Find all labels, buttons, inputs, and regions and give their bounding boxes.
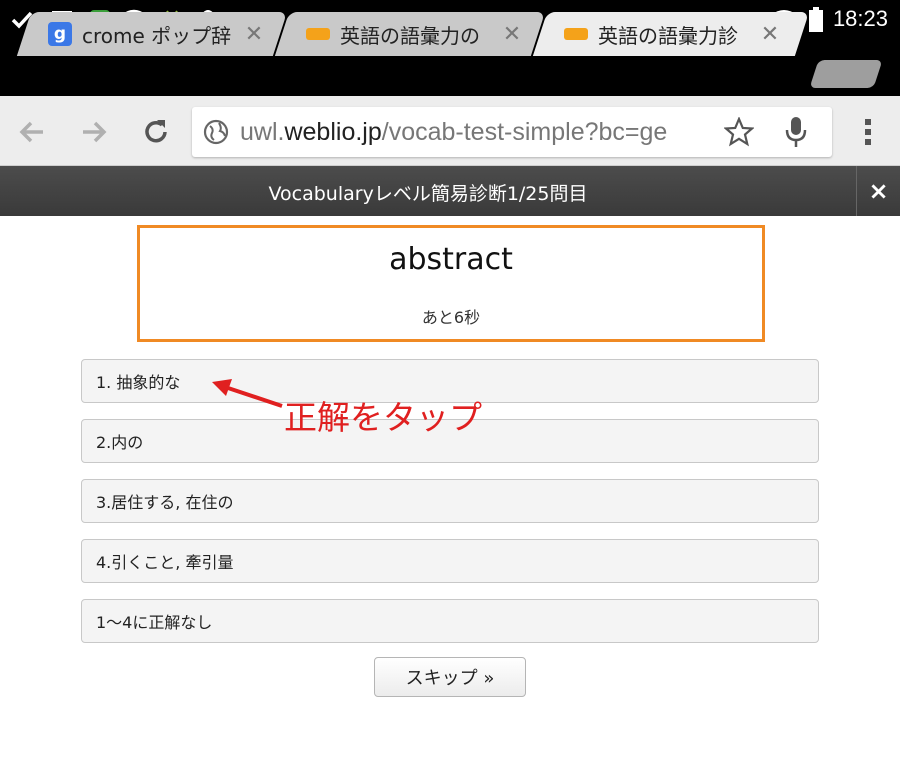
microphone-icon[interactable]: [784, 115, 808, 149]
back-icon[interactable]: [10, 110, 54, 154]
weblio-favicon-icon: [306, 28, 330, 40]
menu-icon[interactable]: [846, 110, 890, 154]
google-favicon-icon: g: [48, 22, 72, 46]
choice-3[interactable]: 3.居住する, 在住の: [81, 479, 819, 523]
tab-label: crome ポップ辞: [82, 23, 232, 48]
annotation-arrow-icon: [212, 379, 283, 408]
tab-1[interactable]: g crome ポップ辞: [48, 12, 238, 56]
url-host: weblio.jp: [284, 118, 382, 146]
tab-label: 英語の語彙力の: [340, 23, 480, 48]
close-button[interactable]: ×: [856, 166, 900, 216]
skip-button[interactable]: スキップ »: [374, 657, 526, 697]
choice-none[interactable]: 1〜4に正解なし: [81, 599, 819, 643]
tab-1-close-icon[interactable]: ✕: [242, 12, 266, 56]
address-bar[interactable]: uwl.weblio.jp/vocab-test-simple?bc=ge: [192, 107, 832, 157]
countdown-timer: あと6秒: [421, 308, 481, 327]
star-icon[interactable]: [723, 116, 755, 147]
choice-4[interactable]: 4.引くこと, 牽引量: [81, 539, 819, 583]
annotation-text: 正解をタップ: [284, 398, 482, 437]
reload-icon[interactable]: [134, 110, 178, 154]
tab-3-close-icon[interactable]: ✕: [758, 12, 782, 56]
word-card: abstract あと6秒: [137, 225, 765, 342]
quiz-title: Vocabularyレベル簡易診断1/25問目: [268, 183, 588, 205]
tab-3-active[interactable]: 英語の語彙力診: [564, 12, 754, 56]
tab-label: 英語の語彙力診: [598, 23, 738, 48]
url-prefix: uwl.: [240, 118, 285, 146]
weblio-favicon-icon: [564, 28, 588, 40]
forward-icon[interactable]: [72, 110, 116, 154]
url-text: uwl.weblio.jp/vocab-test-simple?bc=ge: [240, 118, 667, 147]
tab-2[interactable]: 英語の語彙力の: [306, 12, 496, 56]
new-tab-button[interactable]: [809, 60, 883, 88]
url-path: /vocab-test-simple?bc=ge: [381, 118, 668, 146]
quiz-header: Vocabularyレベル簡易診断1/25問目 ×: [0, 166, 900, 216]
question-word: abstract: [389, 242, 513, 277]
globe-icon: [202, 118, 230, 146]
status-time: 18:23: [832, 6, 888, 31]
tab-2-close-icon[interactable]: ✕: [500, 12, 524, 56]
